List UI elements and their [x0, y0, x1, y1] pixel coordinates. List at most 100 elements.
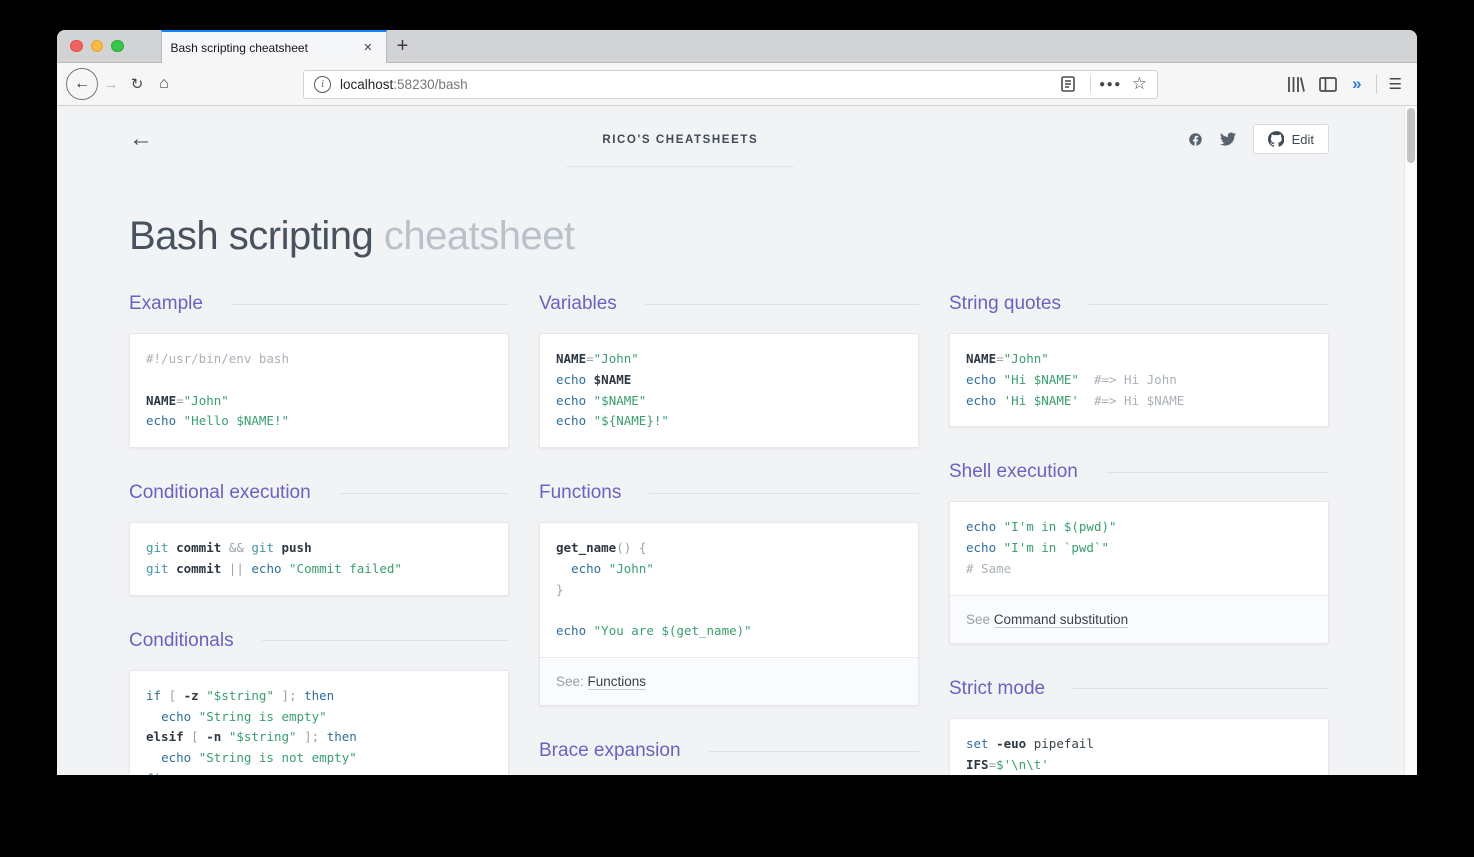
overflow-menu-icon[interactable]: »: [1352, 74, 1361, 94]
code-token: 'Hi $NAME': [1004, 393, 1079, 408]
page-scrollbar[interactable]: [1404, 106, 1417, 775]
code-card: #!/usr/bin/env bash NAME="John" echo "He…: [129, 333, 509, 448]
code-token: [146, 750, 161, 765]
see-also-label: See:: [556, 674, 588, 689]
new-tab-button[interactable]: +: [387, 30, 419, 62]
code-token: "String is not empty": [199, 750, 357, 765]
section-string-quotes: String quotesNAME="John" echo "Hi $NAME"…: [949, 293, 1329, 427]
code-token: "John": [594, 351, 639, 366]
section-heading-rule: [339, 493, 509, 494]
code-token: [221, 561, 229, 576]
code-token: "I'm in `pwd`": [1004, 540, 1109, 555]
code-token: [191, 709, 199, 724]
card-footer: See: Functions: [540, 657, 918, 705]
code-token: #=> Hi John: [1079, 372, 1177, 387]
toolbar-divider: [1376, 74, 1377, 94]
code-token: [601, 561, 609, 576]
code-token: [191, 750, 199, 765]
section-title-example: Example: [129, 293, 203, 315]
code-token: [556, 561, 571, 576]
code-token: #!/usr/bin/env bash: [146, 351, 289, 366]
browser-window: Bash scripting cheatsheet ✕ + ← → ↻ ⌂ i …: [57, 30, 1417, 775]
section-heading-row: Functions: [539, 482, 919, 504]
code-token: echo: [556, 623, 586, 638]
hamburger-menu-icon[interactable]: ☰: [1389, 75, 1402, 93]
url-text[interactable]: localhost:58230/bash: [340, 77, 1054, 92]
facebook-icon[interactable]: [1188, 132, 1203, 147]
scrollbar-thumb[interactable]: [1407, 108, 1415, 163]
code-token: =: [176, 393, 184, 408]
code-token: get_name: [556, 540, 616, 555]
code-token: git: [146, 540, 169, 555]
see-also-label: See: [966, 612, 994, 627]
refresh-button[interactable]: ↻: [124, 75, 150, 93]
code-token: "$string": [229, 729, 297, 744]
code-token: {: [639, 540, 647, 555]
edit-button[interactable]: Edit: [1253, 124, 1329, 154]
code-token: "String is empty": [199, 709, 327, 724]
section-functions: Functionsget_name() { echo "John" } echo…: [539, 482, 919, 706]
section-heading-row: Strict mode: [949, 678, 1329, 700]
code-block: set -euo pipefail IFS=$'\n\t': [950, 719, 1328, 775]
section-heading-row: Brace expansion: [539, 740, 919, 762]
code-token: [996, 519, 1004, 534]
code-token: [996, 540, 1004, 555]
close-window-button[interactable]: [70, 40, 83, 53]
section-heading-rule: [709, 751, 919, 752]
reader-view-icon[interactable]: [1061, 76, 1075, 92]
code-token: [282, 561, 290, 576]
tab-close-icon[interactable]: ✕: [359, 39, 376, 56]
brand-divider: [566, 166, 794, 167]
code-token: echo: [161, 750, 191, 765]
forward-button[interactable]: →: [98, 76, 124, 93]
page-title: Bash scripting cheatsheet: [129, 214, 1329, 259]
brand-wrap: RICO'S CHEATSHEETS: [173, 130, 1188, 148]
twitter-icon[interactable]: [1220, 132, 1236, 146]
maximize-window-button[interactable]: [111, 40, 124, 53]
bookmark-star-icon[interactable]: ☆: [1132, 74, 1147, 94]
code-token: [989, 736, 997, 751]
url-bar[interactable]: i localhost:58230/bash ●●● ☆: [303, 70, 1158, 99]
code-token: [297, 688, 305, 703]
code-token: -z: [184, 688, 199, 703]
code-block: git commit && git push git commit || ech…: [130, 523, 508, 595]
grid-column-2: VariablesNAME="John" echo $NAME echo "$N…: [539, 293, 919, 775]
code-token: [146, 709, 161, 724]
section-title-shell-execution: Shell execution: [949, 461, 1078, 483]
section-title-brace-expansion: Brace expansion: [539, 740, 681, 762]
code-token: "${NAME}!": [594, 413, 669, 428]
section-brace-expansion: Brace expansion: [539, 740, 919, 762]
code-token: [274, 688, 282, 703]
tab-bash-scripting-cheatsheet[interactable]: Bash scripting cheatsheet ✕: [161, 30, 387, 63]
code-token: pipefail: [1034, 736, 1094, 751]
code-token: #=> Hi $NAME: [1079, 393, 1184, 408]
site-brand[interactable]: RICO'S CHEATSHEETS: [602, 134, 758, 146]
home-button[interactable]: ⌂: [150, 75, 178, 93]
section-example: Example #!/usr/bin/env bash NAME="John" e…: [129, 293, 509, 448]
site-back-arrow[interactable]: ←: [129, 127, 173, 151]
grid-column-1: Example #!/usr/bin/env bash NAME="John" e…: [129, 293, 509, 775]
code-token: [586, 623, 594, 638]
back-button[interactable]: ←: [66, 68, 98, 100]
section-title-strict-mode: Strict mode: [949, 678, 1045, 700]
section-heading-row: Variables: [539, 293, 919, 315]
code-token: [1026, 736, 1034, 751]
code-token: [586, 393, 594, 408]
see-also-link[interactable]: Functions: [588, 674, 647, 690]
code-token: [586, 413, 594, 428]
code-token: NAME: [556, 351, 586, 366]
code-token: echo: [966, 519, 996, 534]
minimize-window-button[interactable]: [91, 40, 104, 53]
see-also-link[interactable]: Command substitution: [994, 612, 1128, 628]
code-token: echo: [571, 561, 601, 576]
sidebar-toggle-icon[interactable]: [1319, 77, 1337, 92]
site-info-icon[interactable]: i: [314, 76, 331, 93]
code-card: get_name() { echo "John" } echo "You are…: [539, 522, 919, 706]
code-card: if [ -z "$string" ]; then echo "String i…: [129, 670, 509, 775]
section-heading-row: Conditionals: [129, 630, 509, 652]
code-token: [274, 540, 282, 555]
library-icon[interactable]: [1287, 76, 1305, 93]
page-actions-icon[interactable]: ●●●: [1099, 79, 1122, 90]
code-token: NAME: [966, 351, 996, 366]
code-token: [297, 729, 305, 744]
